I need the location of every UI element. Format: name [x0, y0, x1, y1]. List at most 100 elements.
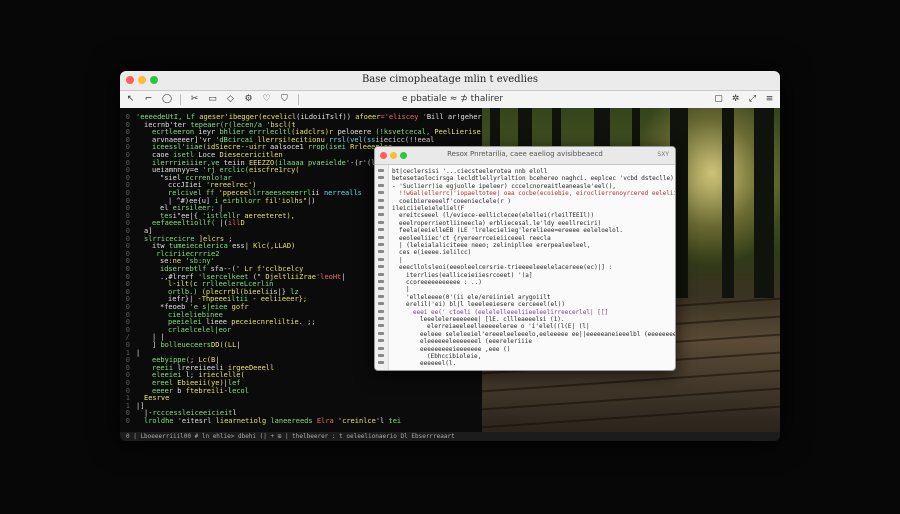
code-token: eeliieeer}; [260, 295, 308, 304]
floating-window-title: Resox Pnretarilia, caee eaeliog avisibbe… [447, 150, 603, 158]
tree-trunk [754, 108, 774, 298]
code-token: bolleueceers [160, 341, 212, 349]
code-token: (iLdoiiTslf)) [296, 113, 356, 121]
code-token: ecol [232, 386, 249, 395]
floating-code-line[interactable]: ces e(ieeee.ielilcc) [399, 248, 471, 257]
code-token: | [236, 341, 241, 349]
floating-title-bar: Resox Pnretarilia, caee eaeliog avisibbe… [375, 147, 675, 165]
code-token: 'creinlce [337, 417, 376, 425]
gutter-marker-icon [378, 257, 384, 261]
gutter-marker-icon [378, 250, 384, 254]
code-token: |) [307, 196, 316, 205]
code-token: 'eitesrl [177, 417, 216, 425]
code-token: Klc(,LLAD) [253, 242, 296, 251]
gutter-marker-icon [378, 206, 384, 209]
code-token: lroldhe [144, 417, 178, 425]
code-token: aereeteret), [244, 211, 295, 220]
code-line[interactable]: 0 lroldhe 'eitesrl liearnetiolg laneereed… [120, 416, 401, 427]
code-token: ;; [302, 318, 316, 327]
gutter-marker-icon [378, 213, 384, 217]
code-token: 'l [375, 417, 389, 425]
code-token: fil'iolhs" [260, 196, 308, 205]
code-token: D [240, 219, 245, 228]
code-token: |( [219, 219, 228, 228]
gutter-marker-icon [378, 265, 384, 269]
window-title: Base cimopheatage mlin t evedlies [361, 74, 539, 85]
floating-window-label: SXY [657, 151, 669, 158]
gutter-marker-icon [378, 280, 384, 283]
gutter-marker-icon [378, 220, 384, 224]
bracket-icon[interactable]: ⌐ [144, 91, 153, 108]
toolbar-right: ▢ ✲ ⤢ ≡ [714, 91, 774, 108]
toolbar-divider [298, 94, 299, 105]
code-token: eiscfre1rcy( [248, 166, 300, 175]
deck-plank [482, 405, 780, 429]
code-token: laneereeds [270, 417, 313, 425]
code-token: 'leoHt [315, 272, 342, 281]
toolbar: ↖ ⌐ ◯ ✂ ▭ ◇ ⚙ ♡ ⛉ e pbatiale ≈ ⊅ thalire… [120, 91, 780, 109]
floating-gutter [375, 165, 389, 370]
title-bar: Base cimopheatage mlin t evedlies [120, 71, 780, 91]
code-token: Eesrve [144, 394, 170, 403]
expand-icon[interactable]: ⤢ [748, 91, 757, 108]
gutter-marker-icon [378, 302, 384, 306]
gutter-marker-icon [378, 346, 384, 350]
gutter-marker-icon [378, 272, 384, 276]
code-token: Elra [312, 417, 338, 425]
code-token: -l [223, 386, 233, 395]
circle-icon[interactable]: ◯ [162, 91, 172, 108]
line-number: 0 [125, 417, 130, 425]
toolbar-label: e pbatiale ≈ ⊅ thalirer [402, 94, 504, 104]
gutter-marker-icon [378, 354, 384, 357]
code-token: ='eliscey ' [380, 113, 427, 121]
deck-plank [482, 387, 780, 411]
floating-code-line[interactable]: ccoreeeeeeeeeee : ..) [406, 278, 482, 287]
code-token: ill [227, 219, 241, 228]
code-token: ftebreili [185, 386, 224, 395]
menu-icon[interactable]: ≡ [765, 91, 774, 108]
gutter-marker-icon [378, 169, 384, 172]
tag-icon[interactable]: ◇ [226, 91, 235, 108]
gutter-marker-icon [378, 331, 384, 335]
gutter-marker-icon [378, 324, 384, 328]
code-token: nerrealls [323, 189, 362, 197]
gutter-marker-icon [378, 176, 384, 180]
arrow-icon[interactable]: ↖ [126, 91, 135, 108]
code-token: eefaeeeltiollf( [152, 219, 220, 228]
gutter-marker-icon [378, 235, 384, 239]
gutter-marker-icon [378, 243, 384, 246]
floating-code-line[interactable]: eeeeeel(l. [420, 359, 456, 368]
settings-icon[interactable]: ✲ [731, 91, 740, 108]
code-token: ess| [227, 242, 254, 251]
code-token: gofr [231, 303, 249, 311]
gutter-marker-icon [378, 361, 384, 365]
code-token: afoeer [355, 113, 381, 121]
tree-trunk [722, 108, 734, 298]
code-token: crlaelcelel|eor [168, 325, 232, 334]
gutter-marker-icon [378, 339, 384, 343]
code-token: Bill ar!geher'| [426, 113, 482, 121]
status-bar: 0 | Lboeeerriiil00 # ln ehlie> dbehi (| … [120, 432, 780, 441]
gutter-marker-icon [378, 287, 384, 291]
folder-icon[interactable]: ▭ [208, 91, 217, 108]
deck-plank [482, 369, 780, 393]
heart-icon[interactable]: ♡ [262, 91, 271, 108]
code-token: rrop(isei [307, 143, 351, 152]
toolbar-divider [180, 94, 181, 105]
code-token: - [252, 295, 261, 304]
shield-icon[interactable]: ⛉ [280, 91, 289, 108]
gutter-marker-icon [378, 317, 384, 320]
gutter-marker-icon [378, 309, 384, 313]
code-token: liearnetiolg [215, 417, 271, 425]
code-token: | [341, 272, 346, 281]
gutter-marker-icon [378, 294, 384, 298]
bookmark-icon[interactable]: ▢ [714, 91, 723, 108]
gutter-marker-icon [378, 198, 384, 202]
scissors-icon[interactable]: ✂ [190, 91, 199, 108]
code-token: peceiecnreliltie. [231, 318, 303, 327]
code-token: PeelLierise [430, 128, 481, 137]
gutter-marker-icon [378, 183, 384, 187]
code-token: tei [388, 417, 402, 425]
gear-icon[interactable]: ⚙ [244, 91, 253, 108]
gutter-marker-icon [378, 228, 384, 232]
